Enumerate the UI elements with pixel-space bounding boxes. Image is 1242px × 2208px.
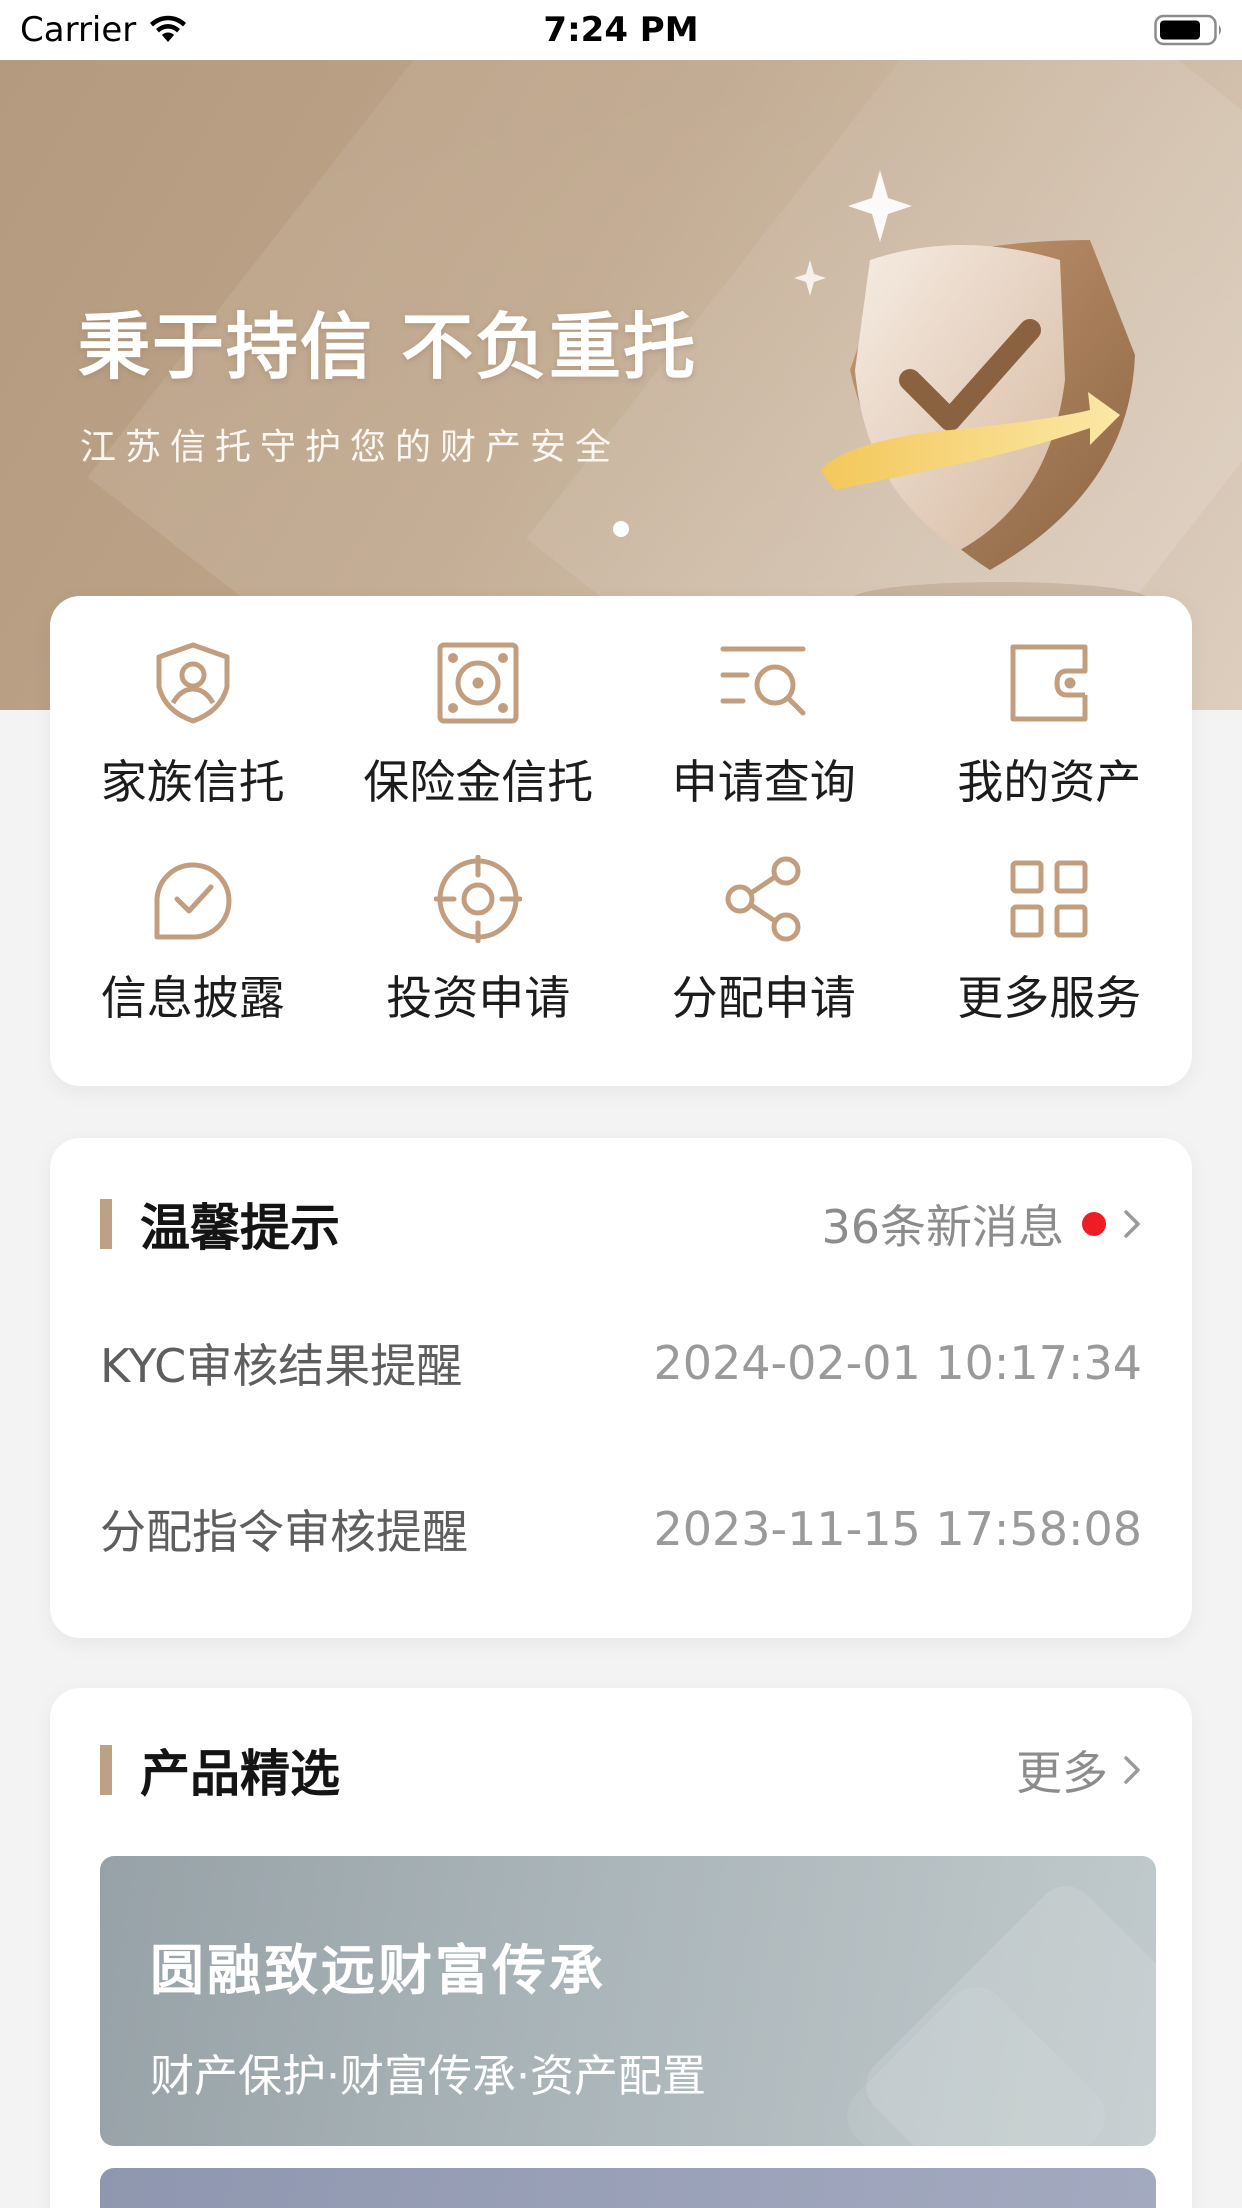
service-label: 保险金信托 [363, 755, 594, 809]
wifi-icon [150, 15, 187, 42]
target-icon [433, 854, 523, 944]
banner-title: 秉于持信 不负重托 [78, 304, 698, 389]
wallet-icon [1004, 638, 1094, 728]
new-messages-link[interactable]: 36条新消息 [821, 1191, 1142, 1257]
service-family-trust[interactable]: 家族信托 [50, 638, 336, 812]
tips-card: 温馨提示 36条新消息 KYC审核结果提醒 2024-02-01 10:17:3… [50, 1138, 1192, 1638]
chevron-right-icon [1124, 1210, 1140, 1238]
products-card: 产品精选 更多 圆融致远财富传承 财产保护·财富传承·资产配置 [50, 1688, 1192, 2208]
product-subtitle: 财产保护·财富传承·资产配置 [150, 2051, 706, 2102]
carrier-label: Carrier [20, 10, 137, 50]
shield-person-icon [148, 638, 238, 728]
tip-name: KYC审核结果提醒 [100, 1339, 463, 1393]
status-left: Carrier [20, 10, 188, 50]
service-insurance-trust[interactable]: 保险金信托 [336, 638, 622, 812]
service-more[interactable]: 更多服务 [907, 854, 1193, 1028]
service-label: 更多服务 [957, 971, 1142, 1025]
service-distribution-apply[interactable]: 分配申请 [621, 854, 907, 1028]
banner-subtitle: 江苏信托守护您的财产安全 [80, 427, 621, 468]
safe-icon [433, 638, 523, 728]
service-label: 投资申请 [386, 971, 571, 1025]
section-accent-bar [100, 1199, 112, 1249]
tip-time: 2023-11-15 17:58:08 [653, 1502, 1142, 1556]
status-bar: Carrier 7:24 PM [0, 0, 1242, 60]
service-info-disclosure[interactable]: 信息披露 [50, 854, 336, 1028]
service-label: 我的资产 [957, 755, 1142, 809]
product-card-next[interactable] [100, 2168, 1156, 2208]
tips-title: 温馨提示 [140, 1199, 340, 1257]
products-header: 产品精选 更多 [100, 1737, 1154, 1803]
product-card[interactable]: 圆融致远财富传承 财产保护·财富传承·资产配置 [100, 1856, 1156, 2146]
service-investment-apply[interactable]: 投资申请 [336, 854, 622, 1028]
chevron-right-icon [1124, 1756, 1140, 1784]
share-icon [719, 854, 809, 944]
battery-icon [1154, 14, 1224, 46]
list-item[interactable]: KYC审核结果提醒 2024-02-01 10:17:34 [100, 1280, 1142, 1446]
service-label: 信息披露 [100, 971, 285, 1025]
search-list-icon [719, 638, 809, 728]
service-apply-query[interactable]: 申请查询 [621, 638, 907, 812]
tip-name: 分配指令审核提醒 [100, 1505, 468, 1559]
list-item[interactable]: 分配指令审核提醒 2023-11-15 17:58:08 [100, 1446, 1142, 1612]
grid-icon [1004, 854, 1094, 944]
services-card: 家族信托 保险金信托 申请查询 我的资产 信息披露 投资申请 分配申请 更多服务 [50, 596, 1192, 1086]
more-label: 更多 [1016, 1746, 1108, 1800]
section-accent-bar [100, 1745, 112, 1795]
product-title: 圆融致远财富传承 [150, 1939, 606, 2002]
tips-header: 温馨提示 36条新消息 [100, 1191, 1142, 1257]
tips-list: KYC审核结果提醒 2024-02-01 10:17:34 分配指令审核提醒 2… [100, 1280, 1142, 1612]
service-label: 家族信托 [100, 755, 285, 809]
carousel-indicator[interactable] [613, 521, 629, 537]
products-more-link[interactable]: 更多 [1016, 1737, 1142, 1803]
new-messages-count: 36条新消息 [821, 1200, 1064, 1254]
tips-title-wrap: 温馨提示 [100, 1188, 340, 1260]
products-title-wrap: 产品精选 [100, 1734, 340, 1806]
services-grid: 家族信托 保险金信托 申请查询 我的资产 信息披露 投资申请 分配申请 更多服务 [50, 638, 1192, 1028]
service-label: 分配申请 [671, 971, 856, 1025]
shield-check-illustration-icon [794, 170, 1150, 618]
service-my-assets[interactable]: 我的资产 [907, 638, 1193, 812]
service-label: 申请查询 [671, 755, 856, 809]
tip-time: 2024-02-01 10:17:34 [653, 1336, 1142, 1390]
check-circle-icon [148, 854, 238, 944]
unread-dot [1082, 1212, 1106, 1236]
products-title: 产品精选 [140, 1745, 340, 1803]
